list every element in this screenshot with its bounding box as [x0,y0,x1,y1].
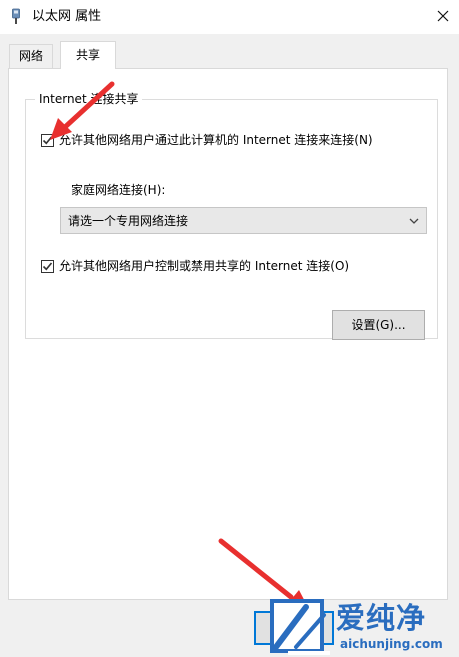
window-title: 以太网 属性 [32,9,102,24]
tab-sharing[interactable]: 共享 [60,41,116,69]
title-bar: 以太网 属性 [0,0,459,34]
checkmark-icon [42,261,53,270]
group-title: Internet 连接共享 [35,91,143,107]
allow-connect-label: 允许其他网络用户通过此计算机的 Internet 连接来连接(N) [59,133,373,147]
internet-connection-sharing-group: Internet 连接共享 允许其他网络用户通过此计算机的 Internet 连… [25,91,438,340]
home-network-label: 家庭网络连接(H): [71,183,166,197]
tab-network[interactable]: 网络 [9,44,53,68]
close-button[interactable] [428,2,458,30]
allow-connect-checkbox[interactable] [41,133,54,147]
checkmark-icon [42,135,53,144]
allow-control-label: 允许其他网络用户控制或禁用共享的 Internet 连接(O) [59,259,350,273]
settings-button[interactable]: 设置(G)... [332,310,425,340]
sharing-tab-panel: Internet 连接共享 允许其他网络用户通过此计算机的 Internet 连… [8,68,448,600]
close-icon [437,10,449,22]
chevron-down-icon [409,218,419,224]
home-network-select-value: 请选一个专用网络连接 [68,214,189,228]
allow-connect-checkbox-row[interactable]: 允许其他网络用户通过此计算机的 Internet 连接来连接(N) [41,132,373,148]
allow-control-checkbox[interactable] [41,259,54,273]
client-area: 网络 共享 Internet 连接共享 允许其他网络用户通过此计算机的 Inte… [0,34,459,657]
properties-window: 以太网 属性 网络 共享 Internet 连接共享 允许其他网络用户通过此计算… [0,0,459,657]
home-network-select[interactable]: 请选一个专用网络连接 [60,207,427,234]
ok-button[interactable] [254,611,334,645]
network-adapter-icon [12,8,20,24]
allow-control-checkbox-row[interactable]: 允许其他网络用户控制或禁用共享的 Internet 连接(O) [41,258,349,274]
